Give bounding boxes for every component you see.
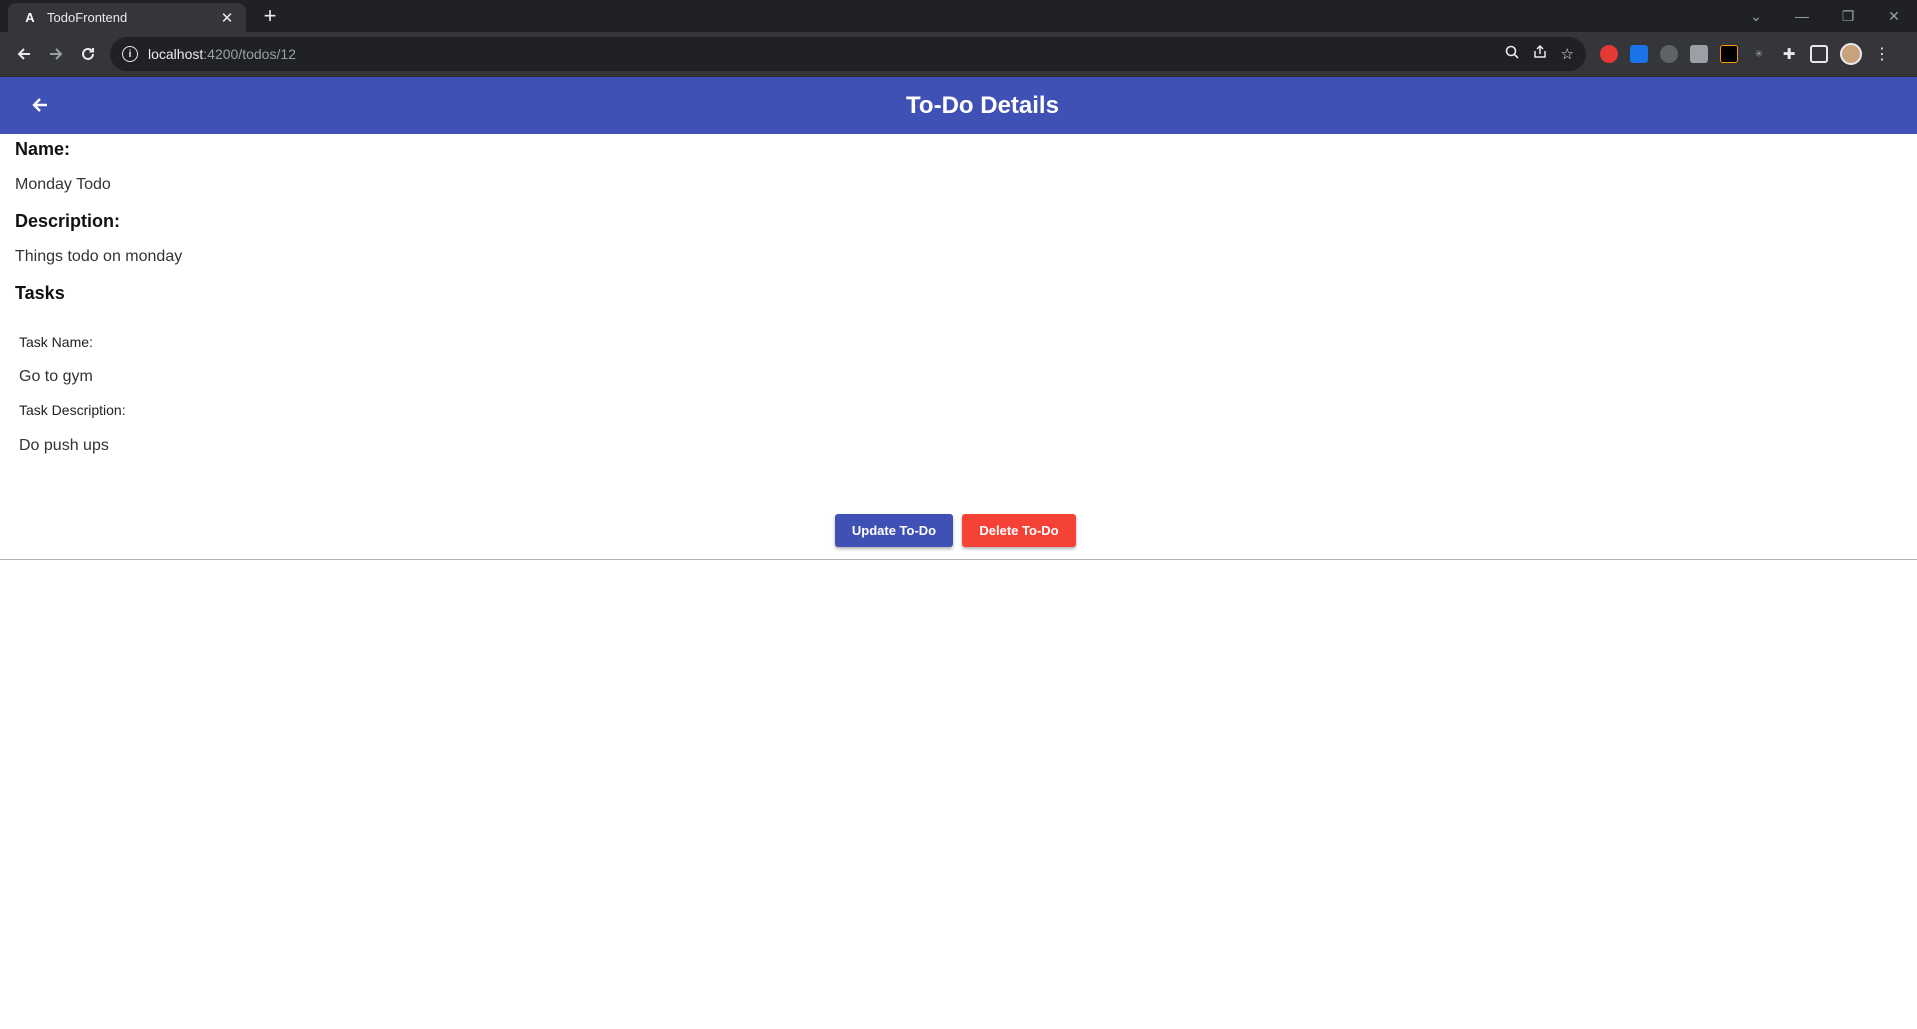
task-name-label: Task Name:: [19, 334, 93, 350]
delete-todo-button[interactable]: Delete To-Do: [962, 514, 1076, 547]
app-header: To-Do Details: [0, 77, 1917, 134]
extensions-area: ✳ ✚ ⋮: [1600, 43, 1890, 65]
description-label: Description:: [15, 211, 121, 231]
extension-red-icon[interactable]: [1600, 45, 1618, 63]
name-label: Name:: [15, 139, 71, 159]
url-host: localhost: [148, 46, 204, 62]
share-icon[interactable]: [1533, 44, 1547, 63]
close-window-icon[interactable]: ✕: [1871, 8, 1917, 25]
browser-menu-icon[interactable]: ⋮: [1874, 44, 1890, 64]
side-panel-icon[interactable]: [1810, 45, 1828, 63]
back-arrow-icon[interactable]: [24, 89, 56, 121]
task-description: Do push ups: [19, 437, 109, 454]
back-icon[interactable]: [8, 38, 40, 70]
browser-tab[interactable]: A TodoFrontend ✕: [8, 3, 246, 32]
extension-bug-icon[interactable]: ✳: [1750, 45, 1768, 63]
extension-gray-icon[interactable]: [1660, 45, 1678, 63]
address-bar[interactable]: i localhost:4200/todos/12 ☆: [110, 37, 1586, 71]
close-tab-icon[interactable]: ✕: [218, 9, 236, 27]
tab-search-icon[interactable]: ⌄: [1733, 8, 1779, 25]
url-path: :4200/todos/12: [203, 46, 296, 62]
bookmark-star-icon[interactable]: ☆: [1561, 45, 1574, 63]
window-controls: ⌄ — ❐ ✕: [1733, 0, 1917, 32]
site-info-icon[interactable]: i: [122, 46, 138, 62]
profile-avatar[interactable]: [1840, 43, 1862, 65]
browser-tab-bar: A TodoFrontend ✕ + ⌄ — ❐ ✕: [0, 0, 1917, 32]
task-description-label: Task Description:: [19, 402, 126, 418]
todo-name: Monday Todo: [15, 176, 111, 193]
new-tab-icon[interactable]: +: [258, 3, 282, 28]
extension-scribble-icon[interactable]: [1690, 45, 1708, 63]
todo-description: Things todo on monday: [15, 248, 183, 265]
minimize-icon[interactable]: —: [1779, 8, 1825, 24]
zoom-icon[interactable]: [1505, 45, 1519, 63]
browser-toolbar: i localhost:4200/todos/12 ☆ ✳ ✚ ⋮: [0, 32, 1917, 77]
tab-title: TodoFrontend: [47, 10, 128, 25]
page-title: To-Do Details: [906, 91, 1059, 119]
tasks-heading: Tasks: [15, 283, 65, 303]
extension-lh-icon[interactable]: [1720, 45, 1738, 63]
angular-favicon-icon: A: [25, 10, 35, 25]
task-name: Go to gym: [19, 368, 93, 385]
extensions-puzzle-icon[interactable]: ✚: [1780, 45, 1798, 63]
restore-icon[interactable]: ❐: [1825, 8, 1871, 25]
extension-blue-shield-icon[interactable]: [1630, 45, 1648, 63]
todo-details: Name: Monday Todo Description: Things to…: [0, 134, 1917, 560]
reload-icon[interactable]: [72, 38, 104, 70]
forward-icon[interactable]: [40, 38, 72, 70]
update-todo-button[interactable]: Update To-Do: [835, 514, 953, 547]
